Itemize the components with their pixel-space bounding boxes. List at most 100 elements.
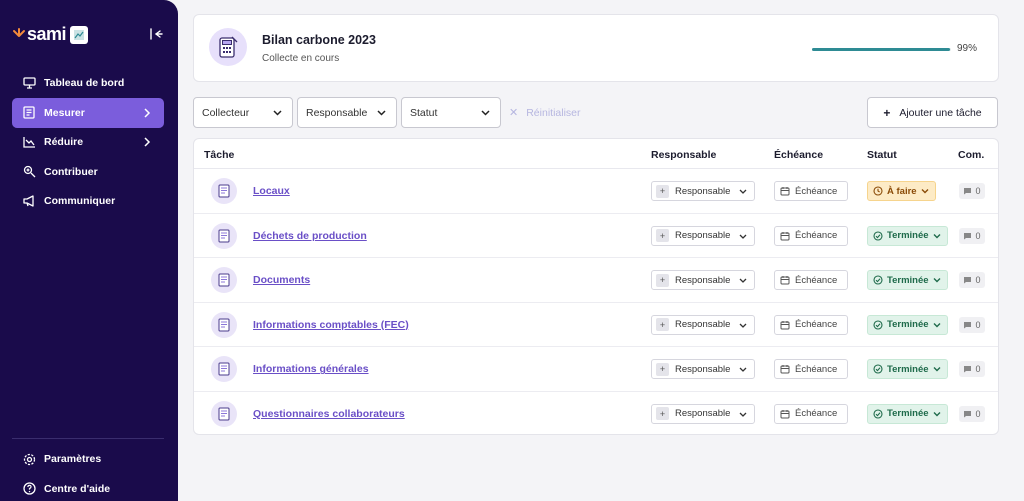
status-icon [873,275,883,285]
task-illustration-icon [211,178,237,204]
comments-count-button[interactable]: 0 [959,227,985,244]
due-date-picker[interactable]: Échéance [774,225,848,246]
sidebar-item-tableau-de-bord[interactable]: Tableau de bord [12,68,164,98]
reset-label: Réinitialiser [526,106,581,119]
owner-select[interactable]: + Responsable [651,225,755,246]
sidebar-item-reduire[interactable]: Réduire [12,127,164,157]
task-name-link[interactable]: Documents [253,274,310,286]
comment-icon [964,410,972,418]
owner-label: Responsable [675,408,731,420]
status-badge[interactable]: Terminée [867,403,948,424]
table-row[interactable]: Questionnaires collaborateurs + Responsa… [194,392,998,434]
comments-count-button[interactable]: 0 [959,183,985,199]
owner-select[interactable]: + Responsable [651,359,755,380]
tasks-table: Tâche Responsable Échéance Statut Com. L… [193,138,999,435]
filter-label: Responsable [306,106,368,119]
task-illustration-icon [211,222,237,249]
responsable-filter-select[interactable]: Responsable [297,97,397,128]
task-name-link[interactable]: Informations générales [253,363,369,375]
sidebar-item-label: Mesurer [44,106,85,119]
due-date-label: Échéance [795,408,838,420]
add-task-button[interactable]: + Ajouter une tâche [867,97,998,128]
task-name-link[interactable]: Questionnaires collaborateurs [253,408,405,420]
status-label: Terminée [887,274,929,286]
status-label: Terminée [887,363,929,375]
task-name-link[interactable]: Locaux [253,185,290,197]
status-icon [873,364,883,374]
table-row[interactable]: Informations comptables (FEC) + Responsa… [194,303,998,348]
progress-bar-fill [812,48,950,51]
sidebar-item-label: Contribuer [44,165,98,178]
sidebar-nav: Tableau de bord Mesurer Réduire Contribu… [12,68,164,216]
task-name-link[interactable]: Déchets de production [253,230,367,242]
owner-select[interactable]: + Responsable [651,314,755,335]
owner-label: Responsable [675,319,731,331]
column-header-status: Statut [867,149,897,161]
owner-label: Responsable [675,274,731,286]
due-date-label: Échéance [795,274,838,286]
due-date-picker[interactable]: Échéance [774,181,848,201]
filter-bar: Collecteur Responsable Statut ✕ Réinitia… [193,97,999,128]
plus-icon: + [883,105,891,120]
sidebar-item-parametres[interactable]: Paramètres [12,444,164,474]
due-date-picker[interactable]: Échéance [774,314,848,335]
comments-count: 0 [975,186,981,196]
chevron-down-icon [739,323,747,328]
sidebar-item-label: Communiquer [44,195,116,207]
table-row[interactable]: Déchets de production + Responsable Éché… [194,214,998,259]
reset-filters-button[interactable]: ✕ Réinitialiser [509,97,581,128]
status-badge[interactable]: À faire [867,181,936,201]
status-label: Terminée [887,319,929,331]
collapse-sidebar-icon[interactable] [149,27,163,41]
due-date-picker[interactable]: Échéance [774,403,848,424]
status-badge[interactable]: Terminée [867,225,948,246]
task-name-link[interactable]: Informations comptables (FEC) [253,319,409,331]
table-row[interactable]: Informations générales + Responsable Éch… [194,347,998,392]
comment-icon [964,232,972,240]
collecteur-filter-select[interactable]: Collecteur [193,97,293,128]
comments-count-button[interactable]: 0 [959,405,985,422]
measure-icon [22,106,36,120]
owner-select[interactable]: + Responsable [651,270,755,291]
statut-filter-select[interactable]: Statut [401,97,501,128]
chevron-down-icon [921,189,929,194]
due-date-picker[interactable]: Échéance [774,359,848,380]
sidebar-item-contribuer[interactable]: Contribuer [12,157,164,187]
status-icon [873,320,883,330]
help-icon [22,482,36,496]
due-date-label: Échéance [795,363,838,375]
sidebar-item-mesurer[interactable]: Mesurer [12,97,164,128]
chevron-right-icon [144,137,151,147]
status-label: À faire [887,185,917,197]
status-badge[interactable]: Terminée [867,314,948,335]
progress-bar [812,48,951,51]
sidebar-item-label: Tableau de bord [44,77,125,89]
brand-logo[interactable]: sami [12,24,89,45]
status-badge[interactable]: Terminée [867,359,948,380]
owner-select[interactable]: + Responsable [651,181,755,201]
comments-count-button[interactable]: 0 [959,316,985,333]
sidebar-item-label: Réduire [44,136,84,148]
reduce-icon [22,135,36,149]
sidebar-item-centre-aide[interactable]: Centre d'aide [12,474,164,501]
owner-select[interactable]: + Responsable [651,403,755,424]
comment-icon [964,188,972,195]
comments-count-button[interactable]: 0 [959,361,985,378]
owner-label: Responsable [675,185,731,197]
column-header-due: Échéance [774,149,824,161]
plus-icon: + [656,229,669,243]
sidebar-item-communiquer[interactable]: Communiquer [12,186,164,216]
sidebar-item-label: Paramètres [44,453,102,465]
status-badge[interactable]: Terminée [867,270,948,291]
due-date-picker[interactable]: Échéance [774,270,848,291]
column-header-comments: Com. [958,149,985,161]
chevron-down-icon [933,411,941,417]
table-row[interactable]: Locaux + Responsable Échéance À faire 0 [194,169,998,214]
due-date-label: Échéance [795,185,838,197]
due-date-label: Échéance [795,230,838,242]
comments-count-button[interactable]: 0 [959,272,985,289]
calendar-icon [780,365,790,374]
page-title: Bilan carbone 2023 [262,33,376,47]
table-row[interactable]: Documents + Responsable Échéance Terminé… [194,258,998,303]
task-illustration-icon [211,267,237,294]
